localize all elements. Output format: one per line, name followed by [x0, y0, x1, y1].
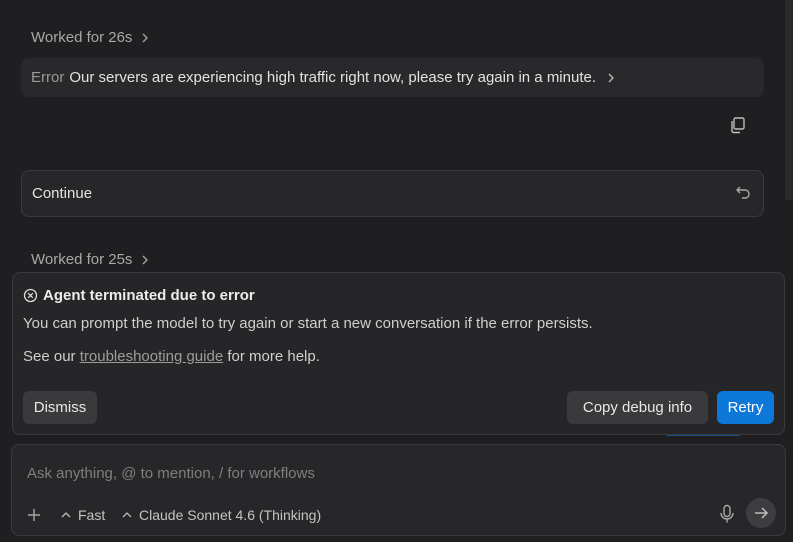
- error-card-title-text: Agent terminated due to error: [43, 287, 255, 304]
- help-prefix: See our: [23, 348, 80, 365]
- chat-input-box[interactable]: Ask anything, @ to mention, / for workfl…: [11, 444, 786, 536]
- model-label: Claude Sonnet 4.6 (Thinking): [139, 507, 322, 523]
- copy-icon[interactable]: [729, 116, 747, 134]
- chevron-up-icon: [122, 512, 132, 518]
- worked-for-toggle-2[interactable]: Worked for 25s: [31, 251, 150, 268]
- arrow-right-icon: [755, 507, 769, 519]
- help-suffix: for more help.: [223, 348, 320, 365]
- user-message-continue: Continue: [21, 170, 764, 217]
- scrollbar[interactable]: [785, 0, 793, 200]
- worked-for-label-2: Worked for 25s: [31, 251, 133, 268]
- troubleshooting-guide-link[interactable]: troubleshooting guide: [80, 348, 223, 365]
- retry-button[interactable]: Retry: [717, 391, 774, 424]
- worked-for-toggle-1[interactable]: Worked for 26s: [31, 29, 150, 46]
- plus-icon[interactable]: [26, 507, 42, 523]
- chat-panel: Worked for 26s Error Our servers are exp…: [0, 0, 793, 542]
- copy-debug-info-button[interactable]: Copy debug info: [567, 391, 708, 424]
- agent-error-card: Agent terminated due to error You can pr…: [12, 272, 785, 435]
- error-card-description: You can prompt the model to try again or…: [23, 315, 593, 332]
- dismiss-button[interactable]: Dismiss: [23, 391, 97, 424]
- microphone-icon[interactable]: [718, 504, 736, 524]
- mode-label: Fast: [78, 507, 106, 523]
- error-message: Our servers are experiencing high traffi…: [69, 69, 597, 86]
- circle-x-icon: [23, 288, 38, 303]
- error-card-title: Agent terminated due to error: [23, 287, 255, 304]
- chevron-right-icon: [142, 255, 149, 264]
- model-selector[interactable]: Claude Sonnet 4.6 (Thinking): [121, 507, 321, 523]
- send-button[interactable]: [746, 498, 776, 528]
- chevron-up-icon: [61, 512, 71, 518]
- undo-icon[interactable]: [735, 184, 751, 200]
- chevron-right-icon: [142, 33, 149, 42]
- worked-for-label-1: Worked for 26s: [31, 29, 133, 46]
- error-card-help: See our troubleshooting guide for more h…: [23, 348, 320, 365]
- chevron-right-icon: [608, 73, 614, 82]
- mode-selector[interactable]: Fast: [60, 507, 105, 523]
- error-label: Error: [31, 69, 65, 86]
- user-message-text: Continue: [32, 185, 93, 202]
- chat-input-placeholder[interactable]: Ask anything, @ to mention, / for workfl…: [27, 465, 315, 482]
- error-message-bar[interactable]: Error Our servers are experiencing high …: [21, 58, 764, 97]
